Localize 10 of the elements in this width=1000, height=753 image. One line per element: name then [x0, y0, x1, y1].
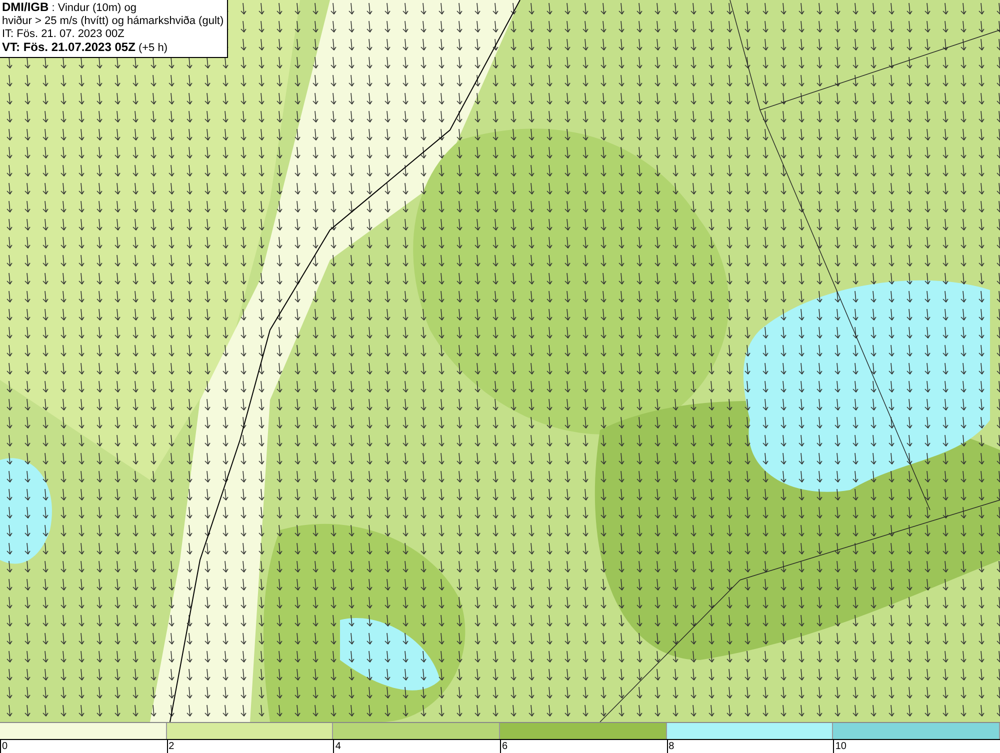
title-text: VT: Fös. 21.07.2023 05Z (+5 h) [2, 41, 169, 55]
legend-tick-label: 0 [2, 741, 8, 752]
legend-tick-label: 4 [335, 741, 341, 752]
title-text: IT: Fös. 21. 07. 2023 00Z [2, 28, 126, 41]
legend-tick-label: 2 [168, 741, 174, 752]
legend-tick-label: 6 [502, 741, 508, 752]
legend-tick-label: 8 [668, 741, 674, 752]
title-text: DMI/IGB : Vindur (10m) og [2, 1, 138, 15]
title-text: hviður > 25 m/s (hvítt) og hámarkshviða (gult) [2, 15, 224, 28]
legend-tick-label: 10 [835, 741, 846, 752]
